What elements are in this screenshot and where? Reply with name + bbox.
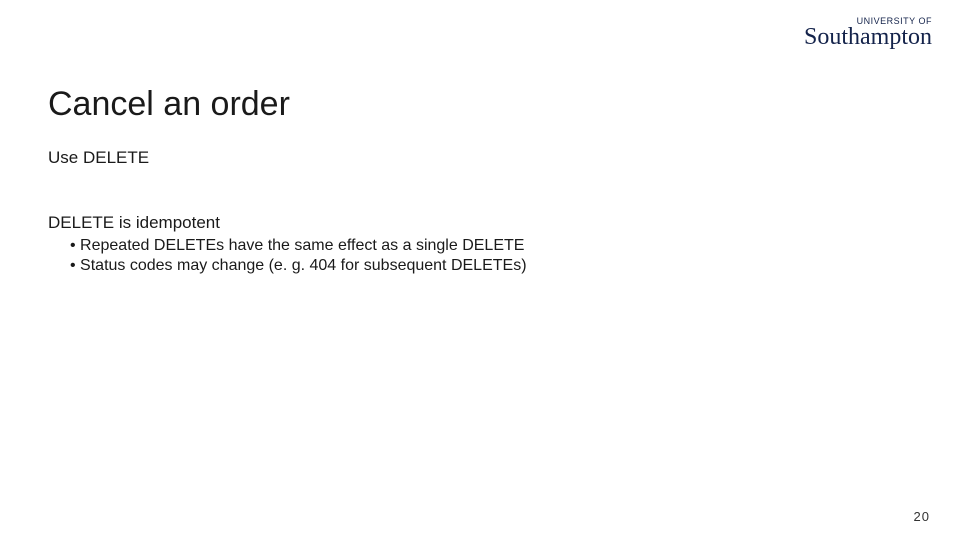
body-line-2: DELETE is idempotent (48, 213, 220, 233)
slide: UNIVERSITY OF Southampton Cancel an orde… (0, 0, 960, 540)
logo-wordmark: Southampton (804, 27, 932, 49)
slide-title: Cancel an order (48, 85, 290, 124)
bullet-item: Status codes may change (e. g. 404 for s… (70, 257, 527, 275)
body-line-1: Use DELETE (48, 148, 149, 168)
university-logo: UNIVERSITY OF Southampton (804, 17, 932, 49)
bullet-list: Repeated DELETEs have the same effect as… (70, 237, 527, 277)
bullet-item: Repeated DELETEs have the same effect as… (70, 237, 527, 255)
page-number: 20 (914, 509, 930, 524)
